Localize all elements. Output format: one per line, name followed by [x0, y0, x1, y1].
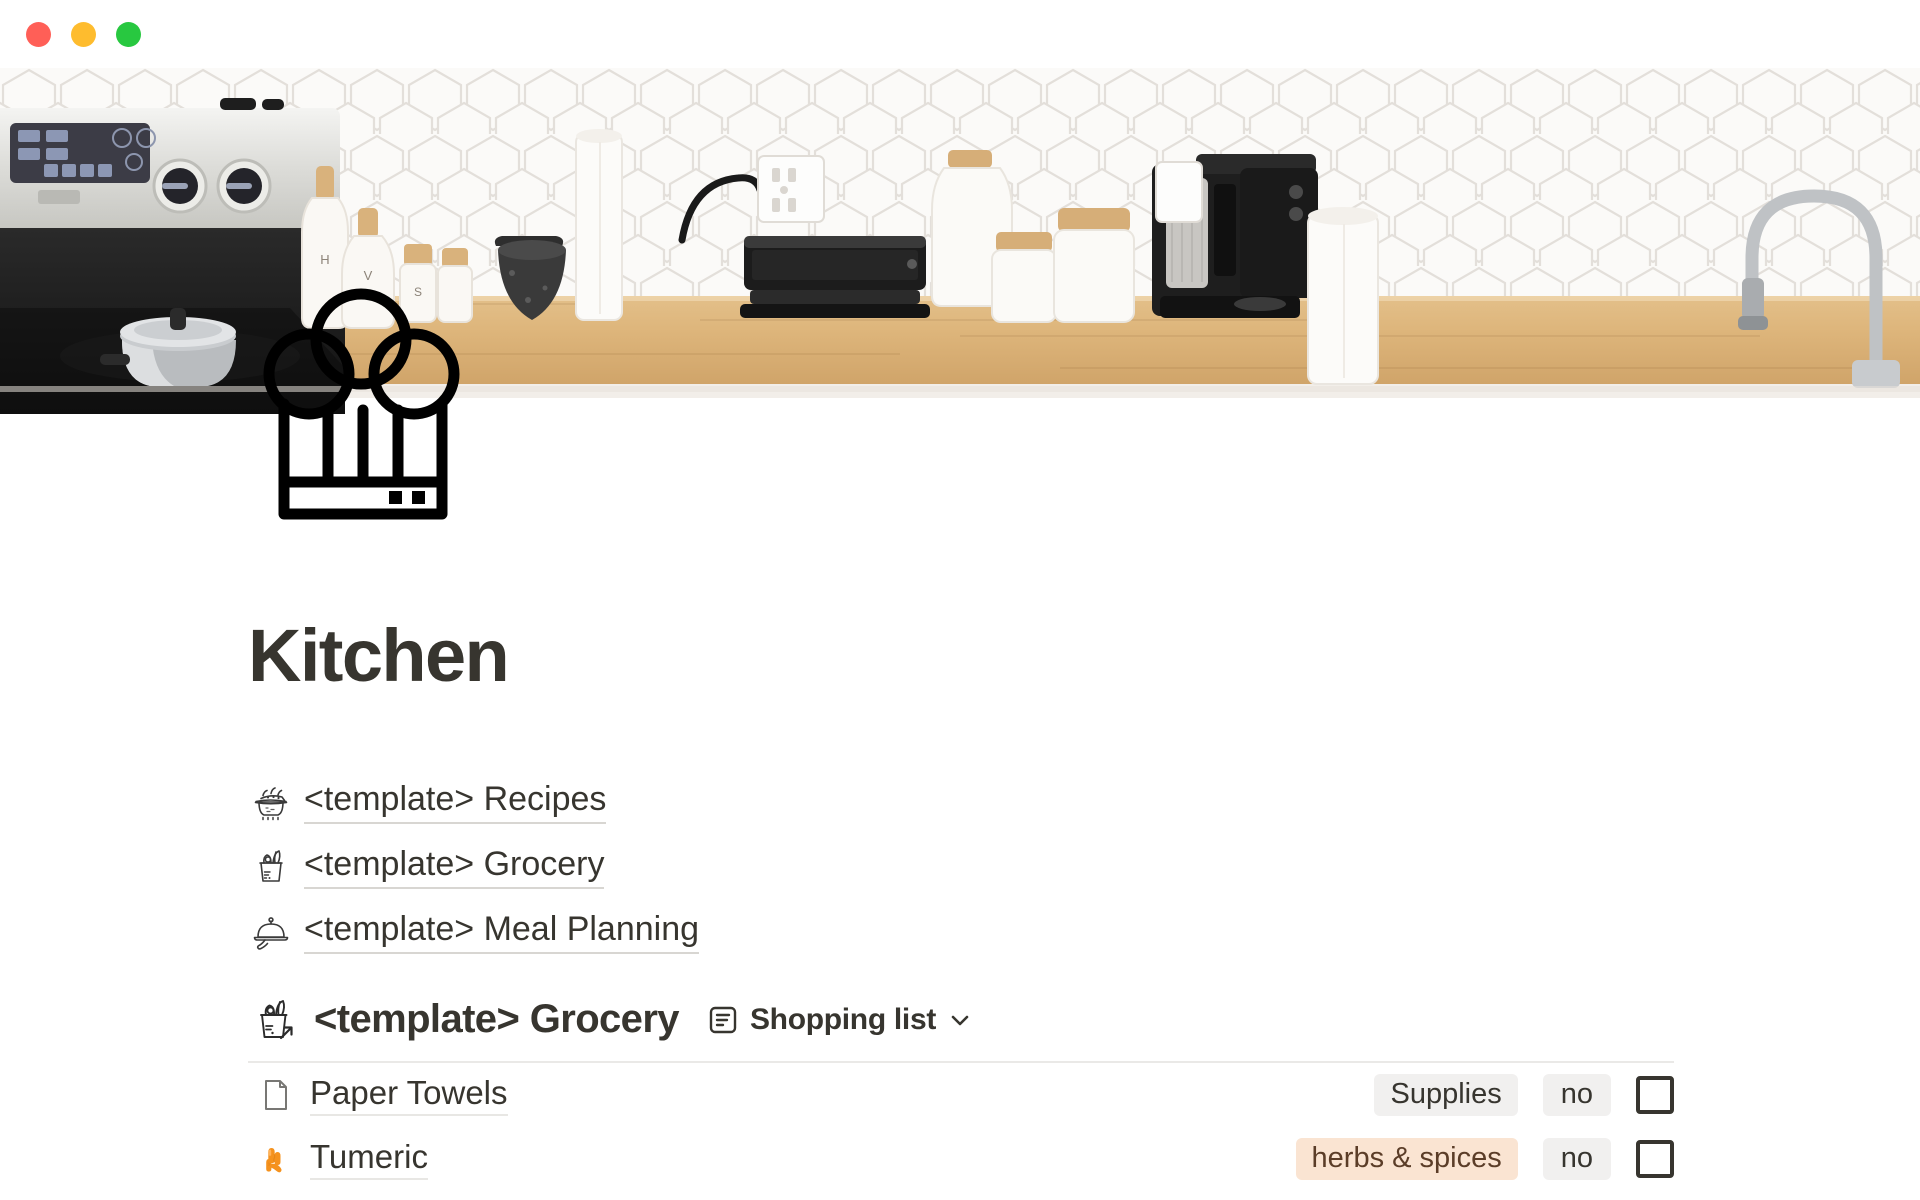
- maximize-button[interactable]: [116, 21, 141, 47]
- close-button[interactable]: [26, 21, 51, 47]
- window-controls: [26, 21, 141, 47]
- table-row[interactable]: Paper Towels Supplies no: [248, 1063, 1674, 1127]
- category-tag[interactable]: Supplies: [1374, 1073, 1518, 1116]
- grocery-bag-link-icon: [248, 993, 302, 1047]
- svg-text:H: H: [320, 252, 329, 267]
- page-content: Kitchen <template> Recipes <template> Gr…: [0, 428, 1920, 1200]
- database-header: <template> Grocery Shopping list: [248, 985, 1800, 1055]
- database-rows: Paper Towels Supplies no Tumeric herbs &…: [248, 1063, 1674, 1191]
- row-title[interactable]: Tumeric: [310, 1138, 428, 1180]
- database-view-selector[interactable]: Shopping list: [707, 1003, 973, 1037]
- ginger-root-emoji: [254, 1137, 298, 1181]
- page-title[interactable]: Kitchen: [248, 428, 1800, 696]
- chevron-down-icon[interactable]: [947, 1007, 973, 1033]
- table-row[interactable]: Tumeric herbs & spices no: [248, 1127, 1674, 1191]
- page-icon-chef-hat[interactable]: [258, 282, 468, 522]
- category-tag[interactable]: herbs & spices: [1295, 1137, 1518, 1180]
- database-title[interactable]: <template> Grocery: [314, 997, 680, 1042]
- template-link-label: <template> Meal Planning: [304, 910, 700, 955]
- purchased-tag[interactable]: no: [1542, 1073, 1611, 1116]
- template-link-label: <template> Grocery: [304, 845, 605, 890]
- row-properties: Supplies no: [1374, 1073, 1674, 1116]
- template-link-grocery[interactable]: <template> Grocery: [248, 835, 1800, 900]
- row-properties: herbs & spices no: [1295, 1137, 1674, 1180]
- chef-hat-icon: [263, 288, 460, 520]
- row-checkbox[interactable]: [1636, 1139, 1674, 1178]
- template-links-list: <template> Recipes <template> Grocery <t…: [248, 770, 1800, 965]
- row-title[interactable]: Paper Towels: [310, 1074, 508, 1116]
- row-checkbox[interactable]: [1636, 1075, 1674, 1114]
- inline-database: <template> Grocery Shopping list Paper T…: [248, 985, 1800, 1191]
- template-link-recipes[interactable]: <template> Recipes: [248, 770, 1800, 835]
- page-icon: [254, 1073, 298, 1117]
- purchased-tag[interactable]: no: [1542, 1137, 1611, 1180]
- cloche-icon: [248, 909, 294, 955]
- cooking-pot-icon: [248, 779, 294, 825]
- grocery-bag-icon: [248, 844, 294, 890]
- database-view-label: Shopping list: [749, 1002, 937, 1036]
- template-link-meal-planning[interactable]: <template> Meal Planning: [248, 900, 1800, 965]
- template-link-label: <template> Recipes: [304, 780, 607, 825]
- list-view-icon: [709, 1006, 737, 1034]
- svg-text:V: V: [364, 268, 373, 283]
- minimize-button[interactable]: [71, 21, 96, 47]
- window-titlebar: [0, 0, 1920, 68]
